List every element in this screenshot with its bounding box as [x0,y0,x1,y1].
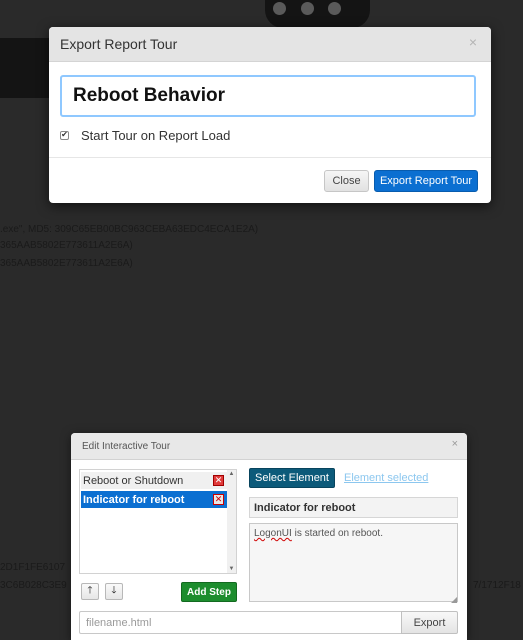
step-title-input[interactable] [249,497,458,518]
select-element-button[interactable]: Select Element [249,468,335,488]
background-text-line: 7/1712F18 [473,580,521,591]
close-button[interactable]: Close [324,170,369,192]
filename-input[interactable] [79,611,401,634]
step-label[interactable]: Reboot or Shutdown [83,475,183,487]
background-text-line: 365AAB5802E773611A2E6A) [0,240,133,251]
start-tour-label[interactable]: Start Tour on Report Load [81,128,230,143]
dialog-footer: Close Export Report Tour [49,157,491,203]
step-list[interactable]: Reboot or Shutdown ✕ Indicator for reboo… [79,469,237,574]
add-step-button[interactable]: Add Step [181,582,237,602]
move-step-up-button[interactable]: 🡑 [81,583,99,600]
export-report-tour-dialog: Export Report Tour × ✔ Start Tour on Rep… [49,27,491,203]
panel-header: Edit Interactive Tour × [71,433,467,460]
background-text-line: 365AAB5802E773611A2E6A) [0,258,133,269]
edit-interactive-tour-panel: Edit Interactive Tour × Reboot or Shutdo… [71,433,467,640]
delete-step-icon[interactable]: ✕ [213,475,224,486]
background-text-line: 3C6B028C3E9 [0,580,67,591]
export-report-tour-button[interactable]: Export Report Tour [374,170,478,192]
export-button[interactable]: Export [401,611,458,634]
background-dot [301,2,314,15]
scroll-down-icon[interactable]: ▼ [227,566,236,572]
background-text-line: 2D1F1FE6107 [0,562,66,573]
background-text-line: .exe", MD5: 309C65EB00BC963CEBA63EDC4ECA… [0,224,259,235]
step-body-textarea[interactable]: LogonUI is started on reboot. [249,523,458,602]
step-item-selected[interactable]: Indicator for reboot ✕ [81,491,227,508]
close-icon[interactable]: × [452,438,458,450]
step-label[interactable]: Indicator for reboot [83,494,184,506]
move-step-down-button[interactable]: 🡓 [105,583,123,600]
tour-name-input[interactable] [60,75,476,117]
close-icon[interactable]: × [469,34,477,50]
panel-title: Edit Interactive Tour [82,441,171,452]
start-tour-checkbox[interactable]: ✔ [60,130,69,140]
resize-grip-icon[interactable]: ◢ [451,595,457,604]
element-selected-link[interactable]: Element selected [344,472,428,484]
background-dot [328,2,341,15]
step-item[interactable]: Reboot or Shutdown ✕ [81,472,227,489]
dialog-title: Export Report Tour [60,36,178,52]
step-body-text: is started on reboot. [291,528,383,539]
start-tour-checkbox-row[interactable]: ✔ Start Tour on Report Load [60,127,230,143]
step-list-scrollbar[interactable]: ▲ ▼ [227,470,236,573]
dialog-header: Export Report Tour × [49,27,491,62]
background-dot [273,2,286,15]
scroll-up-icon[interactable]: ▲ [227,471,236,477]
background-header-shape [265,0,370,28]
delete-step-icon[interactable]: ✕ [213,494,224,505]
misspelled-word: LogonUI [254,528,292,539]
